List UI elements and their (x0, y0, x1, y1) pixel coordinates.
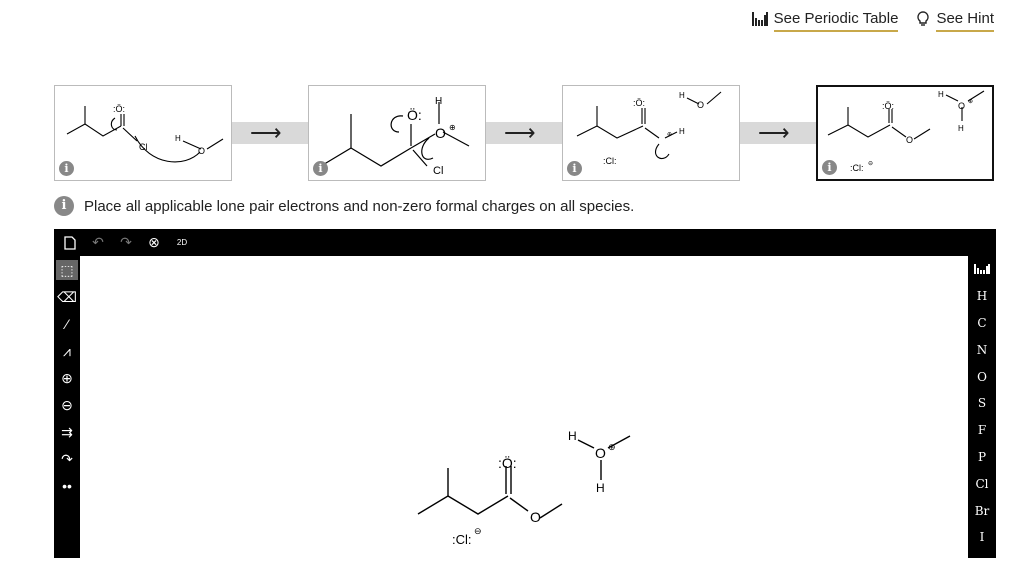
minus-charge-icon[interactable]: ⊖ (56, 395, 78, 415)
atom-h[interactable]: H (968, 283, 996, 310)
atom-cl[interactable]: Cl (968, 470, 996, 497)
step-2-o: Ö: (407, 106, 422, 123)
canvas-h3o-h1: H (568, 429, 577, 443)
step-2-o2: O (435, 125, 446, 141)
atom-br[interactable]: Br (968, 497, 996, 524)
undo-icon[interactable]: ↶ (88, 233, 108, 253)
step-3-h2: H (679, 127, 685, 136)
step-4-o2: O (958, 101, 965, 111)
step-2-charge: ⊕ (449, 123, 456, 132)
new-document-icon[interactable] (60, 233, 80, 253)
mechanism-steps: ⟶ ⟶ ⟶ :Ö: Cl H O i Ö: H O ⊕ Cl i:Ö: H O… (54, 85, 996, 181)
eraser-icon[interactable]: ⌫ (56, 287, 78, 307)
periodic-table-icon (751, 12, 768, 30)
select-icon[interactable]: ⬚ (56, 260, 78, 280)
step-panel-4[interactable]: :Ö: H O ⊕ H :Cl: ⊖ O i (816, 85, 994, 181)
editor-top-toolbar: ↶ ↷ ⊗ 2D (54, 229, 1002, 256)
step-2-structure: Ö: H O ⊕ Cl (320, 96, 470, 177)
canvas-h3o-charge: ⊕ (608, 442, 616, 452)
info-icon[interactable]: i (59, 161, 74, 176)
step-4-charge: ⊕ (968, 99, 973, 105)
lone-pair-icon[interactable]: •• (56, 476, 78, 496)
step-3-structure: :Ö: H O H :Cl: ⊕ (576, 91, 722, 166)
step-4-o: :Ö: (882, 101, 894, 111)
step-3-o: :Ö: (633, 98, 645, 108)
info-icon: i (54, 196, 74, 216)
atom-i[interactable]: I (968, 524, 996, 551)
canvas-carbonyl-o: :Ö: (498, 454, 517, 471)
curved-arrow-icon[interactable]: ↷ (56, 449, 78, 469)
step-3-cl: :Cl: (603, 156, 617, 166)
info-icon[interactable]: i (822, 160, 837, 175)
canvas-cl: :Cl: (452, 532, 472, 547)
2d-icon[interactable]: 2D (172, 233, 192, 253)
arrow-tool-icon[interactable]: ⇉ (56, 422, 78, 442)
step-panel-1[interactable]: :Ö: Cl H O i (54, 85, 232, 181)
redo-icon[interactable]: ↷ (116, 233, 136, 253)
step-1-cl: Cl (139, 142, 148, 152)
canvas-h3o-h2: H (596, 481, 605, 495)
atom-p[interactable]: P (968, 444, 996, 471)
step-1-o: :Ö: (113, 104, 125, 114)
step-2-h: H (435, 96, 442, 107)
info-icon[interactable]: i (313, 161, 328, 176)
hint-label[interactable]: See Hint (936, 10, 994, 32)
step-4-charge2: ⊖ (868, 161, 873, 167)
step-4-cl: :Cl: (850, 163, 864, 173)
canvas-cl-charge: ⊖ (474, 526, 482, 536)
right-arrow-icon: ⟶ (758, 120, 790, 145)
step-4-h: H (938, 90, 944, 99)
info-icon[interactable]: i (567, 161, 582, 176)
step-panel-3[interactable]: :Ö: H O H :Cl: ⊕ i (562, 85, 740, 181)
instruction-text: Place all applicable lone pair electrons… (84, 197, 635, 215)
clear-icon[interactable]: ⊗ (144, 233, 164, 253)
step-1-structure: :Ö: Cl H O (66, 104, 224, 163)
step-3-o2: O (697, 100, 704, 110)
canvas-h3o-o: O (595, 445, 606, 461)
periodic-table-icon[interactable] (968, 256, 996, 283)
editor-atom-toolbar: H C N O S F P Cl Br I (968, 256, 996, 551)
canvas-ester-o: O (530, 509, 541, 525)
instruction: i Place all applicable lone pair electro… (54, 196, 634, 216)
step-4-h2: H (958, 124, 964, 133)
canvas-structure: :Ö: O :Cl: ⊖ H O ⊕ H (417, 429, 631, 547)
hint-link[interactable]: See Hint (916, 10, 994, 32)
header-links: See Periodic Table See Hint (751, 10, 994, 32)
periodic-table-label[interactable]: See Periodic Table (773, 10, 899, 32)
plus-charge-icon[interactable]: ⊕ (56, 368, 78, 388)
atom-o[interactable]: O (968, 363, 996, 390)
drawing-canvas[interactable]: :Ö: O :Cl: ⊖ H O ⊕ H (80, 256, 968, 558)
atom-c[interactable]: C (968, 310, 996, 337)
step-3-h: H (679, 91, 685, 100)
atom-f[interactable]: F (968, 417, 996, 444)
step-4-o3: O (906, 135, 913, 145)
step-4-structure: :Ö: H O ⊕ H :Cl: ⊖ O (827, 90, 985, 173)
chain-icon[interactable]: ⩘ (56, 341, 78, 361)
drawing-editor: ↶ ↷ ⊗ 2D ⬚ ⌫ ⁄ ⩘ ⊕ ⊖ ⇉ ↷ •• :Ö: O:Cl: ⊖… (54, 229, 996, 558)
lightbulb-icon (916, 11, 930, 31)
step-2-cl: Cl (433, 165, 443, 177)
right-arrow-icon: ⟶ (504, 120, 536, 145)
bond-icon[interactable]: ⁄ (56, 314, 78, 334)
editor-left-toolbar: ⬚ ⌫ ⁄ ⩘ ⊕ ⊖ ⇉ ↷ •• (54, 256, 80, 496)
atom-s[interactable]: S (968, 390, 996, 417)
periodic-table-link[interactable]: See Periodic Table (751, 10, 899, 32)
step-1-o2: O (198, 146, 205, 156)
step-1-h: H (175, 134, 181, 143)
step-3-charge: ⊕ (667, 132, 672, 138)
atom-n[interactable]: N (968, 336, 996, 363)
right-arrow-icon: ⟶ (250, 120, 282, 145)
step-panel-2[interactable]: Ö: H O ⊕ Cl i (308, 85, 486, 181)
